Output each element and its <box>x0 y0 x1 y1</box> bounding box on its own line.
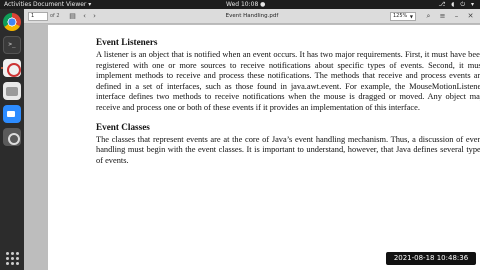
active-indicator <box>1 67 3 69</box>
datetime-overlay: 2021-08-18 10:48:36 <box>386 252 476 265</box>
terminal-icon[interactable]: >_ <box>3 36 21 54</box>
paragraph-event-classes: The classes that represent events are at… <box>96 134 480 165</box>
minimize-icon[interactable]: – <box>452 12 461 21</box>
search-icon[interactable]: ⌕ <box>424 12 433 21</box>
top-bar: Activities Document Viewer ▾ Wed 10:08 ●… <box>0 0 480 9</box>
document-viewer-window: 1 of 2 ▤ ‹ › Event Handling.pdf 125% ▼ ⌕… <box>24 9 480 270</box>
chrome-icon[interactable] <box>3 13 21 31</box>
zoom-icon[interactable] <box>3 105 21 123</box>
show-applications-icon[interactable] <box>3 249 21 267</box>
header-bar: 1 of 2 ▤ ‹ › Event Handling.pdf 125% ▼ ⌕… <box>24 9 480 24</box>
close-icon[interactable]: ✕ <box>466 12 475 21</box>
activities-button[interactable]: Activities <box>4 0 31 9</box>
page-content: Event Listeners A listener is an object … <box>96 37 480 166</box>
system-tray[interactable]: ⎇ ◖ ⏻ ▾ <box>438 0 476 9</box>
camera-icon[interactable] <box>3 128 21 146</box>
dock: >_ <box>0 9 24 270</box>
zoom-select[interactable]: 125% ▼ <box>390 12 416 21</box>
pdf-page[interactable]: Event Listeners A listener is an object … <box>48 25 480 270</box>
heading-event-listeners: Event Listeners <box>96 37 158 47</box>
menu-icon[interactable]: ≡ <box>438 12 447 21</box>
zoom-value: 125% <box>393 13 408 19</box>
clock[interactable]: Wed 10:08 ● <box>226 0 265 9</box>
app-menu[interactable]: Document Viewer ▾ <box>33 0 91 9</box>
files-icon[interactable] <box>3 82 21 100</box>
chevron-down-icon: ▼ <box>409 14 413 19</box>
paragraph-event-listeners: A listener is an object that is notified… <box>96 50 480 112</box>
heading-event-classes: Event Classes <box>96 121 150 132</box>
document-viewer-icon[interactable] <box>3 59 21 77</box>
